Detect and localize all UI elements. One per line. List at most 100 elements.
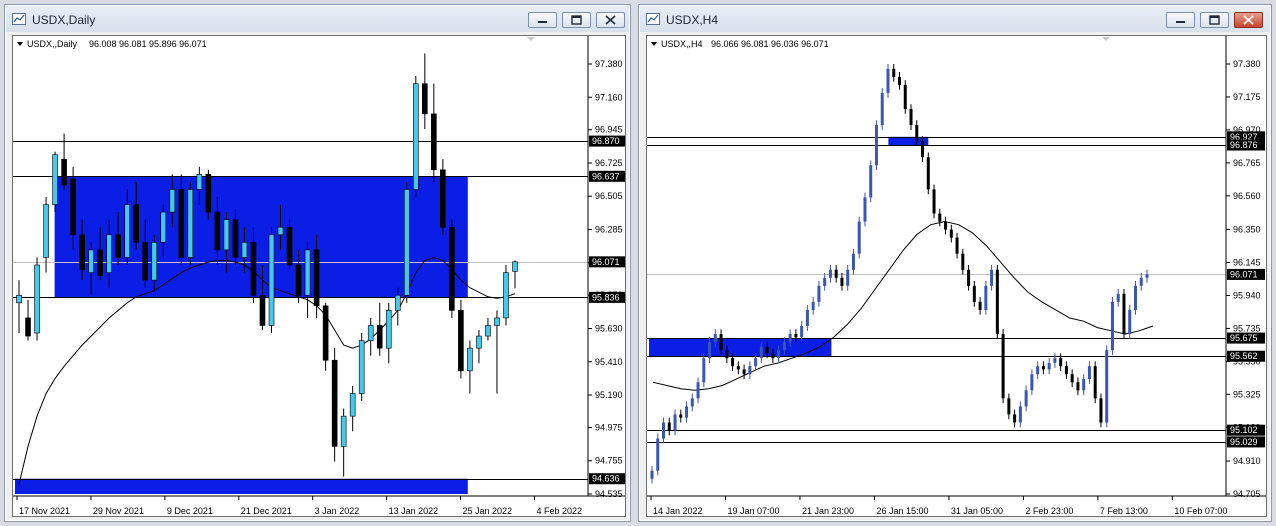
price-axis-label: 94.910 xyxy=(1233,456,1261,466)
time-axis-label: 10 Feb 07:00 xyxy=(1174,506,1227,516)
candle-body xyxy=(512,261,518,272)
candle-body xyxy=(358,340,365,394)
chart-info-ohlc: 96.008 96.081 95.896 96.071 xyxy=(89,39,207,49)
candle-body xyxy=(106,234,112,273)
candle-body xyxy=(1082,379,1086,391)
close-icon xyxy=(605,15,616,25)
candle-body xyxy=(834,269,838,278)
time-axis-label: 13 Jan 2022 xyxy=(389,506,439,516)
candle-body xyxy=(748,366,752,375)
candle-body xyxy=(440,169,446,228)
candle-body xyxy=(322,305,329,361)
chart-window-h4[interactable]: USDX,H4 97.380 97.175 96.970 96.765 96.560 96… xyxy=(638,4,1272,522)
price-axis-label: 96.945 xyxy=(595,125,623,135)
candle-body xyxy=(385,310,392,349)
candle-body xyxy=(903,84,907,110)
price-axis-label: 94.705 xyxy=(1233,489,1261,499)
candle-body xyxy=(800,326,804,338)
time-axis-label: 17 Nov 2021 xyxy=(19,506,70,516)
candle-body xyxy=(1064,366,1068,375)
price-level-tag-label: 96.071 xyxy=(592,257,620,267)
candle-body xyxy=(376,325,383,349)
time-axis-label: 21 Jan 23:00 xyxy=(802,506,854,516)
price-axis-label: 96.505 xyxy=(595,191,623,201)
candle-body xyxy=(759,346,763,359)
candle-body xyxy=(874,125,878,166)
candle-body xyxy=(467,347,473,372)
candle-body xyxy=(1013,414,1017,423)
price-level-tag-label: 95.102 xyxy=(1230,425,1258,435)
triangle-down-icon[interactable] xyxy=(527,37,535,41)
triangle-down-icon[interactable] xyxy=(1102,37,1110,41)
price-axis-label: 95.325 xyxy=(1233,389,1261,399)
price-axis-label: 95.190 xyxy=(595,390,623,400)
candle-body xyxy=(777,350,781,359)
candle-body xyxy=(713,334,717,343)
candle-body xyxy=(1024,390,1028,407)
candle-body xyxy=(97,249,103,276)
candle-body xyxy=(938,213,942,222)
candle-body xyxy=(650,470,654,479)
close-button[interactable] xyxy=(1234,12,1263,28)
candle-body xyxy=(667,422,671,431)
candle-body xyxy=(1036,366,1040,375)
chart-area-daily[interactable]: 97.380 97.160 96.945 96.725 96.505 96.285 96.0… xyxy=(12,35,626,517)
candle-body xyxy=(742,369,746,375)
candle-body xyxy=(79,234,85,270)
candle-body xyxy=(286,226,293,266)
candle-body xyxy=(1105,350,1109,423)
candle-body xyxy=(656,438,660,471)
price-axis-label: 95.410 xyxy=(595,357,623,367)
minimize-button[interactable] xyxy=(528,12,557,28)
candle-body xyxy=(70,178,76,236)
candle-body xyxy=(503,272,509,319)
candle-body xyxy=(1122,293,1126,335)
candle-body xyxy=(788,334,792,343)
price-level-tag-label: 94.636 xyxy=(592,474,620,484)
window-titlebar[interactable]: USDX,H4 xyxy=(640,6,1270,32)
candle-body xyxy=(259,294,266,326)
time-axis-label: 25 Jan 2022 xyxy=(463,506,513,516)
candle-body xyxy=(422,83,428,115)
price-level-tag-label: 96.637 xyxy=(592,171,620,181)
maximize-button[interactable] xyxy=(1200,12,1229,28)
supply-demand-zone[interactable] xyxy=(15,478,468,494)
price-axis-label: 97.380 xyxy=(595,59,623,69)
price-level-tag-label: 95.562 xyxy=(1230,351,1258,361)
candle-body xyxy=(1076,382,1080,391)
triangle-down-icon[interactable] xyxy=(17,42,23,46)
candle-body xyxy=(765,346,769,354)
candle-body xyxy=(719,334,723,351)
maximize-button[interactable] xyxy=(562,12,591,28)
candle-body xyxy=(124,204,131,258)
window-titlebar[interactable]: USDX,Daily xyxy=(6,6,629,32)
candle-body xyxy=(1139,277,1143,286)
candle-body xyxy=(926,157,930,190)
candle-body xyxy=(909,109,913,126)
chart-info-ohlc: 96.066 96.081 96.036 96.071 xyxy=(711,39,829,49)
chart-canvas-h4[interactable]: 97.38097.17596.97096.76596.56096.35096.1… xyxy=(647,36,1267,517)
candle-body xyxy=(52,154,58,205)
candle-body xyxy=(708,342,712,359)
candle-body xyxy=(223,219,230,251)
candle-body xyxy=(412,83,419,190)
price-axis-label: 96.285 xyxy=(595,225,623,235)
candle-body xyxy=(43,204,49,258)
time-axis-label: 29 Nov 2021 xyxy=(93,506,144,516)
candle-body xyxy=(736,366,740,370)
candle-body xyxy=(823,277,827,286)
price-axis-label: 97.380 xyxy=(1233,59,1261,69)
candle-body xyxy=(725,350,729,359)
candle-body xyxy=(685,406,689,418)
chart-canvas-daily[interactable]: 97.380 97.160 96.945 96.725 96.505 96.285 96.0… xyxy=(13,36,626,517)
chart-area-h4[interactable]: 97.380 97.175 96.970 96.765 96.560 96.350 96.1… xyxy=(646,35,1267,517)
triangle-down-icon[interactable] xyxy=(651,42,657,46)
close-button[interactable] xyxy=(596,12,625,28)
minimize-button[interactable] xyxy=(1166,12,1195,28)
candle-body xyxy=(932,189,936,214)
close-icon xyxy=(1243,15,1254,25)
candle-body xyxy=(702,358,706,383)
candle-body xyxy=(771,353,775,359)
candle-body xyxy=(1133,285,1137,310)
chart-window-daily[interactable]: USDX,Daily 97.380 97.160 96.945 96.725 96.50… xyxy=(4,4,631,522)
